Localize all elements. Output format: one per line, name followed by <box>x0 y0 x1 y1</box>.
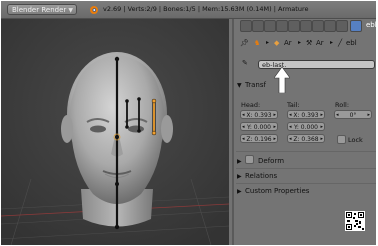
breadcrumb-bone[interactable]: ebl <box>346 39 357 47</box>
divider <box>236 183 376 184</box>
breadcrumb-arrow-icon: ▸ <box>330 39 334 46</box>
custom-properties-header[interactable]: ▶ Custom Properties <box>237 185 376 197</box>
custom-properties-panel: ▶ Custom Properties <box>237 185 376 197</box>
armature-icon: ⚒︎ <box>306 39 313 47</box>
render-tab-icon[interactable] <box>240 20 252 32</box>
expanded-triangle-icon: ▼ <box>237 82 242 89</box>
constraint-tab-icon[interactable] <box>336 20 348 32</box>
bone-icon: ╱ <box>338 39 343 47</box>
lock-checkbox[interactable] <box>337 135 346 144</box>
divider <box>236 168 376 169</box>
chevron-down-icon: ▼ <box>68 7 73 14</box>
head-label: Head: <box>241 101 261 109</box>
bone-name-row: ✎ eb-last. <box>234 57 376 93</box>
render-engine-dropdown[interactable]: Blender Render ▼ <box>7 4 77 15</box>
properties-tabs: ebl <box>236 19 376 32</box>
relations-title: Relations <box>245 172 278 180</box>
tail-x-field[interactable]: ◂ X: 0.393 ▸ <box>287 110 325 119</box>
info-header: Blender Render ▼ v2.69 | Verts:2/9 | Bon… <box>1 1 376 19</box>
breadcrumb-armature[interactable]: Ar <box>316 39 324 47</box>
bone-tab-icon[interactable] <box>350 20 362 32</box>
active-tab-label: ebl <box>366 21 376 29</box>
divider <box>236 151 376 152</box>
transform-panel: ▼ Transf Head: Tail: Roll: ◂ X: 0.393 ▸ ◂ Y:… <box>237 79 376 159</box>
transform-header[interactable]: ▼ Transf <box>237 79 376 91</box>
object-tab-icon[interactable] <box>288 20 300 32</box>
collapsed-triangle-icon: ▶ <box>237 188 242 195</box>
deform-title: Deform <box>258 157 285 165</box>
scene-stats: v2.69 | Verts:2/9 | Bones:1/5 | Mem:15.6… <box>103 5 309 13</box>
render-engine-label: Blender Render <box>12 6 67 14</box>
tail-label: Tail: <box>287 101 300 109</box>
pin-icon[interactable]: 📌︎ <box>240 39 249 47</box>
collapsed-triangle-icon: ▶ <box>237 158 242 165</box>
transform-title: Transf <box>245 81 266 89</box>
head-x-field[interactable]: ◂ X: 0.393 ▸ <box>240 110 278 119</box>
breadcrumb-object[interactable]: Ar <box>284 39 292 47</box>
relations-panel: ▶ Relations <box>237 170 376 182</box>
breadcrumb-arrow-icon: ▸ <box>298 39 302 46</box>
head-z-field[interactable]: ◂ Z: 0.196 ▸ <box>240 134 278 143</box>
tail-y-field[interactable]: ◂ Y: 0.000 ▸ <box>287 122 325 131</box>
deform-checkbox[interactable] <box>245 155 254 164</box>
constraints-tab-icon[interactable] <box>300 20 312 32</box>
head-y-field[interactable]: ◂ Y: 0.000 ▸ <box>240 122 278 131</box>
3d-viewport[interactable] <box>1 19 229 245</box>
armature-object-icon: ♞ <box>254 39 261 47</box>
selected-bone[interactable] <box>151 98 157 136</box>
object-icon: ◆ <box>274 39 280 47</box>
deform-header[interactable]: ▶ Deform <box>237 154 376 166</box>
qr-code-icon <box>345 211 365 231</box>
tail-z-field[interactable]: ◂ Z: 0.368 ▸ <box>287 134 325 143</box>
bone-icon: ✎ <box>242 59 248 67</box>
breadcrumb: 📌︎ ♞ ▸ ◆ Ar ▸ ⚒︎ Ar ▸ ╱ ebl <box>234 36 376 50</box>
breadcrumb-arrow-icon: ▸ <box>266 39 270 46</box>
blender-logo-icon <box>90 6 98 14</box>
lock-label: Lock <box>348 136 363 144</box>
render-layers-tab-icon[interactable] <box>252 20 264 32</box>
blender-window: Blender Render ▼ v2.69 | Verts:2/9 | Bon… <box>1 1 376 245</box>
roll-field[interactable]: ◂ 0° ▸ <box>334 110 372 119</box>
modifiers-tab-icon[interactable] <box>312 20 324 32</box>
custom-properties-title: Custom Properties <box>245 187 310 195</box>
roll-label: Roll: <box>335 101 350 109</box>
scene-tab-icon[interactable] <box>264 20 276 32</box>
armature-data-tab-icon[interactable] <box>324 20 336 32</box>
deform-panel: ▶ Deform <box>237 154 376 166</box>
collapsed-triangle-icon: ▶ <box>237 173 242 180</box>
relations-header[interactable]: ▶ Relations <box>237 170 376 182</box>
world-tab-icon[interactable] <box>276 20 288 32</box>
